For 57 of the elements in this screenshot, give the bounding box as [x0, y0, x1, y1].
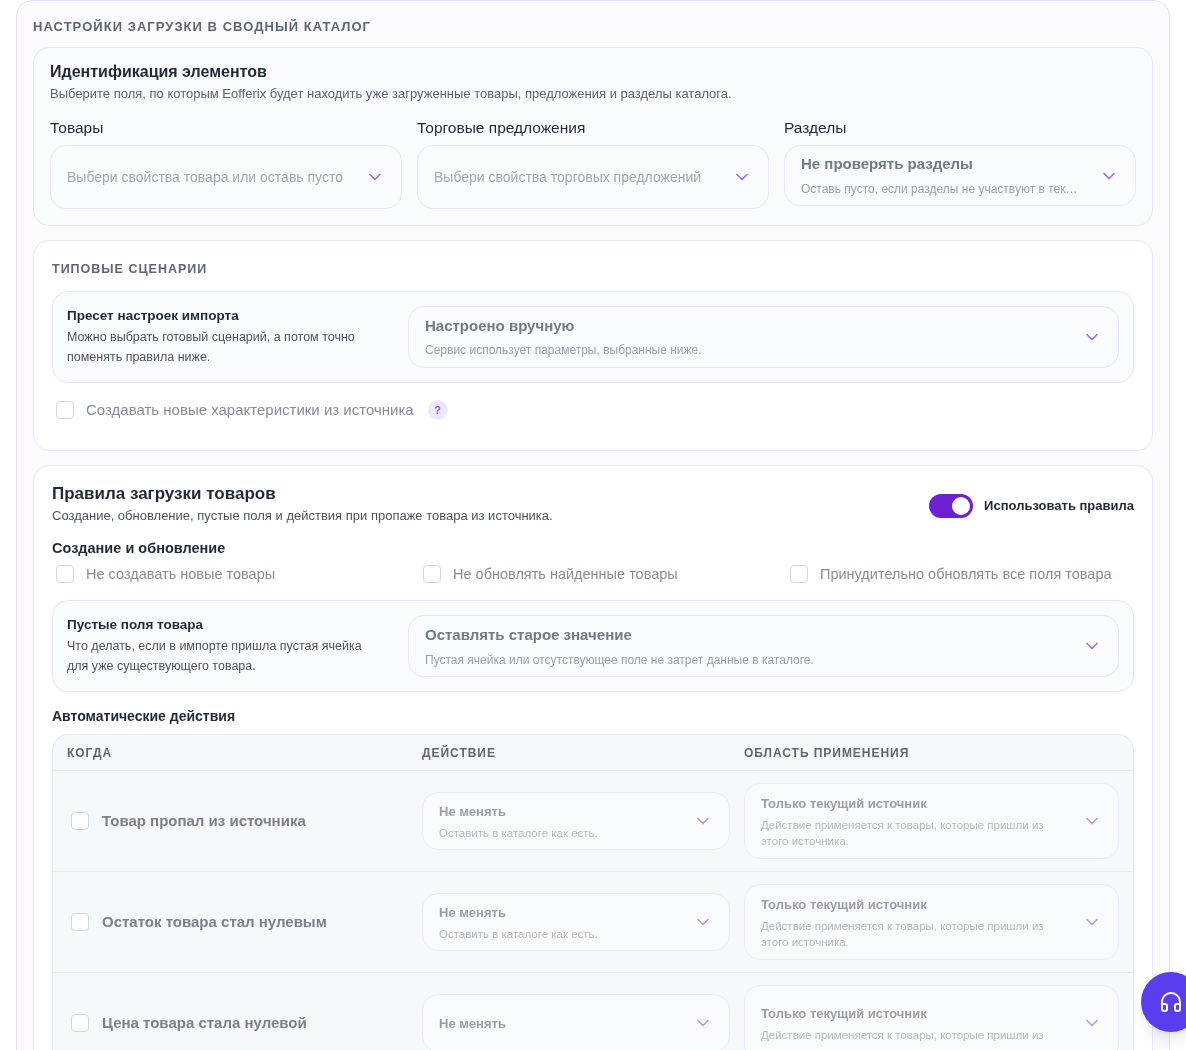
toggle-switch[interactable] [929, 493, 974, 518]
select-field[interactable]: Выбери свойства товара или оставь пусто [50, 145, 402, 209]
checkbox-label: Принудительно обновлять все поля товара [820, 564, 1112, 584]
panel-title: НАСТРОЙКИ ЗАГРУЗКИ В СВОДНЫЙ КАТАЛОГ [33, 19, 372, 35]
checkbox-label: Не создавать новые товары [86, 564, 276, 584]
checkbox[interactable] [423, 565, 441, 584]
checkbox[interactable] [56, 401, 74, 420]
field-label: Торговые предложения [417, 118, 587, 138]
select-value: Не менять [439, 1014, 506, 1033]
select-value: Оставлять старое значение [425, 625, 633, 645]
select-hint: Пустая ячейка или отсутствующее поле не затрет данные в каталоге. [425, 651, 814, 669]
field-label: Разделы [784, 118, 848, 138]
select-hint: Действие применяется к товары, которые пришли из [761, 1028, 1044, 1043]
checkbox-label: Создавать новые характеристики из источника [86, 400, 414, 420]
select-value: Не проверять разделы [801, 154, 974, 175]
select-hint: Действие применяется к товары, которые пришли из этого источника. [761, 818, 1045, 849]
preset-title: Пресет настроек импорта [67, 307, 240, 324]
select-hint: Оставить в каталоге как есть. [439, 826, 598, 841]
checkbox[interactable] [790, 565, 808, 584]
field-label: Товары [50, 118, 105, 138]
row-label: Товар пропал из источника [102, 811, 306, 831]
toggle-label: Использовать правила [984, 496, 1134, 515]
select-placeholder: Выбери свойства товара или оставь пусто [67, 167, 343, 187]
select-value: Настроено вручную [425, 315, 576, 336]
select-value: Только текущий источник [761, 794, 928, 813]
card-description: Выберите поля, по которым Eofferix будет находить уже загруженные товары, предложения и разделы каталога. [50, 86, 733, 102]
select-value: Не менять [439, 903, 507, 922]
row-label: Цена товара стала нулевой [102, 1013, 307, 1033]
select-hint: Действие применяется к товары, которые пришли из этого источника. [761, 919, 1045, 950]
select-hint: Оставь пусто, если разделы не участвуют в тек… [801, 180, 1078, 198]
select-value: Только текущий источник [761, 895, 928, 914]
empty-fields-description: Что делать, если в импорте пришла пустая ячейка для уже существующего товара. [67, 637, 363, 675]
subsection-title: Создание и обновление [52, 538, 227, 558]
headset-icon [1159, 990, 1183, 1014]
help-badge[interactable]: ? [427, 400, 448, 421]
subsection-title: Автоматические действия [52, 708, 237, 725]
row-label: Остаток товара стал нулевым [102, 912, 327, 932]
card-description: Создание, обновление, пустые поля и действия при пропаже товара из источника. [52, 507, 553, 524]
select-hint: Сервис использует параметры, выбранные ниже. [425, 342, 702, 360]
preset-description: Можно выбрать готовый сценарий, а потом точно поменять правила ниже. [67, 328, 356, 366]
checkbox[interactable] [56, 565, 74, 584]
column-header: ОБЛАСТЬ ПРИМЕНЕНИЯ [744, 744, 911, 762]
select-field[interactable]: Оставлять старое значение Пустая ячейка или отсутствующее поле не затрет данные в каталоге. [408, 615, 1119, 678]
column-header: ДЕЙСТВИЕ [422, 744, 497, 762]
section-title: ТИПОВЫЕ СЦЕНАРИИ [52, 261, 209, 277]
select-field[interactable]: Настроено вручную Сервис использует параметры, выбранные ниже. [408, 306, 1119, 368]
card-title: Идентификация элементов [50, 62, 268, 82]
card-title: Правила загрузки товаров [52, 483, 277, 504]
select-field[interactable]: Не проверять разделы Оставь пусто, если разделы не участвуют в тек… [784, 145, 1136, 206]
select-hint: Оставить в каталоге как есть. [439, 927, 598, 942]
checkbox-label: Не обновлять найденные товары [453, 564, 678, 584]
select-placeholder: Выбери свойства торговых предложений [434, 167, 702, 187]
select-value: Не менять [439, 802, 507, 821]
empty-fields-title: Пустые поля товара [67, 616, 205, 633]
column-header: КОГДА [67, 744, 114, 762]
select-field[interactable]: Выбери свойства торговых предложений [417, 145, 769, 209]
select-value: Только текущий источник [761, 1004, 928, 1023]
